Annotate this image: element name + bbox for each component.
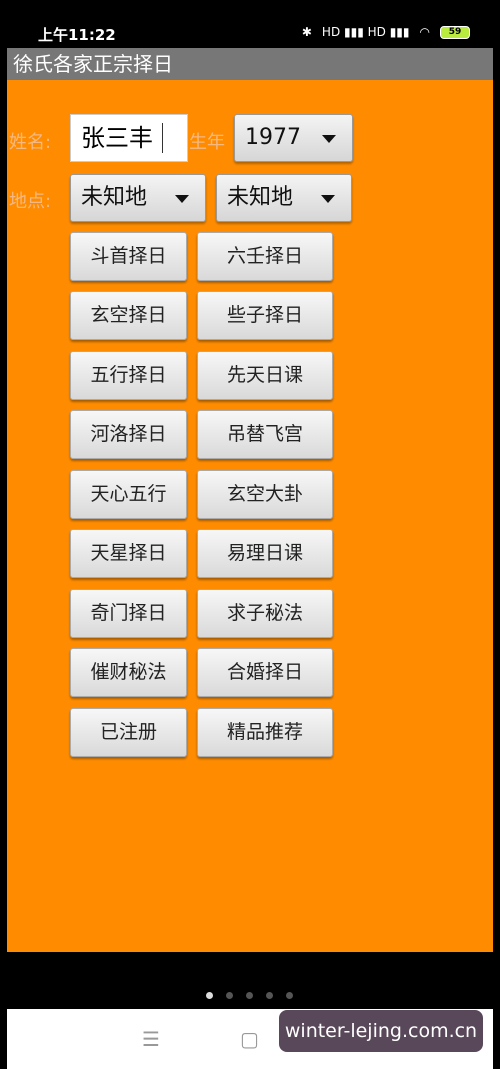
xiezi-button[interactable]: 些子择日 <box>197 291 333 340</box>
status-time: 上午11:22 <box>38 26 116 44</box>
recommend-button[interactable]: 精品推荐 <box>197 708 333 757</box>
wuxing-button[interactable]: 五行择日 <box>70 351 187 400</box>
page-dot <box>246 992 253 999</box>
birth-year-spinner[interactable]: 1977 <box>234 114 353 162</box>
app-content: 姓名: 张三丰 生年 1977 地点: 未知地 未知地 斗首择日 六壬择日 玄空… <box>7 80 493 952</box>
xuankong-button[interactable]: 玄空择日 <box>70 291 187 340</box>
bottom-area <box>0 952 500 1008</box>
diaoti-button[interactable]: 吊替飞宫 <box>197 410 333 459</box>
place-spinner-2[interactable]: 未知地 <box>216 174 352 222</box>
page-dot <box>266 992 273 999</box>
xiantian-button[interactable]: 先天日课 <box>197 351 333 400</box>
home-icon[interactable]: ▢ <box>240 1027 259 1051</box>
hehun-button[interactable]: 合婚择日 <box>197 648 333 697</box>
signal-icon: HD ▮▮▮ HD ▮▮▮ <box>321 25 410 39</box>
doushou-button[interactable]: 斗首择日 <box>70 232 187 281</box>
heluo-button[interactable]: 河洛择日 <box>70 410 187 459</box>
place-value-2: 未知地 <box>227 185 294 210</box>
menu-icon[interactable]: ☰ <box>142 1027 160 1051</box>
battery-icon: 59 <box>440 25 470 39</box>
dropdown-arrow-icon <box>175 195 189 203</box>
place-value-1: 未知地 <box>81 185 148 210</box>
birth-year-label: 生年 <box>189 132 225 153</box>
birth-year-value: 1977 <box>245 125 301 150</box>
tianxin-button[interactable]: 天心五行 <box>70 470 187 519</box>
status-bar: 上午11:22 ✱ HD ▮▮▮ HD ▮▮▮ ◠ 59 <box>0 0 500 48</box>
page-dot <box>226 992 233 999</box>
dropdown-arrow-icon <box>322 135 336 143</box>
wifi-icon: ◠ <box>419 25 430 39</box>
registered-button[interactable]: 已注册 <box>70 708 187 757</box>
place-label: 地点: <box>9 191 52 212</box>
name-input[interactable]: 张三丰 <box>70 114 188 162</box>
place-spinner-1[interactable]: 未知地 <box>70 174 206 222</box>
watermark: winter-lejing.com.cn <box>279 1010 483 1052</box>
page-dot <box>206 992 213 999</box>
status-icons: ✱ HD ▮▮▮ HD ▮▮▮ ◠ 59 <box>302 25 470 39</box>
xuankong-dagua-button[interactable]: 玄空大卦 <box>197 470 333 519</box>
dropdown-arrow-icon <box>321 195 335 203</box>
liuren-button[interactable]: 六壬择日 <box>197 232 333 281</box>
qiuzi-button[interactable]: 求子秘法 <box>197 589 333 638</box>
page-dot <box>286 992 293 999</box>
name-label: 姓名: <box>9 132 52 153</box>
qimen-button[interactable]: 奇门择日 <box>70 589 187 638</box>
tianxing-button[interactable]: 天星择日 <box>70 529 187 578</box>
app-title-bar: 徐氏各家正宗择日 <box>7 48 493 80</box>
yili-button[interactable]: 易理日课 <box>197 529 333 578</box>
page-indicator <box>206 992 293 999</box>
bluetooth-icon: ✱ <box>301 25 312 39</box>
cuicai-button[interactable]: 催财秘法 <box>70 648 187 697</box>
